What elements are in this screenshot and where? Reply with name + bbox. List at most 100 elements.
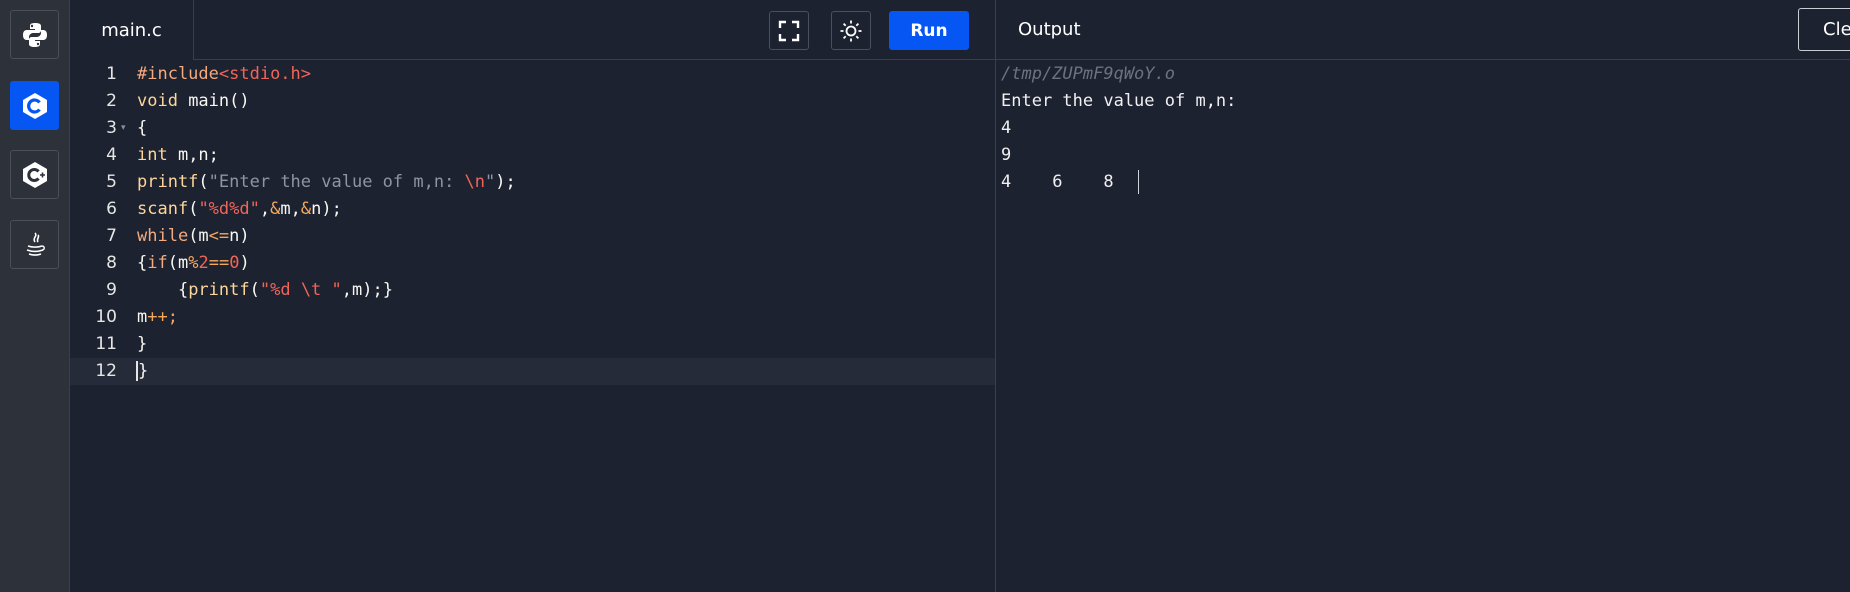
code-token: while [137,226,189,246]
code-token: & [300,199,312,219]
output-title: Output [1018,19,1081,40]
code-token: (m [188,226,209,246]
code-token: main() [177,91,250,111]
output-line: 9 [1001,145,1012,165]
code-token: ++ [147,307,168,327]
code-editor[interactable]: 1 #include<stdio.h> 2 void main() 3 ▾ { … [70,60,995,592]
code-line: 6 scanf("%d%d",&m,&n); [70,196,995,223]
python-language-button[interactable] [10,10,59,59]
console-cursor [1137,170,1139,194]
code-text: {printf("%d \t ",m);} [137,277,393,304]
line-number: 3 [106,118,117,138]
code-token: void [137,91,178,111]
python-icon [22,22,47,47]
code-token: int [137,145,168,165]
code-line-current: 12 } [70,358,995,385]
code-token: 0 [229,253,240,273]
code-token: \t [300,280,322,300]
line-number: 4 [106,145,117,165]
run-button[interactable]: Run [889,11,969,50]
code-token: % [188,253,199,273]
code-token: <stdio.h> [218,64,312,84]
code-line: 10 m++; [70,304,995,331]
line-number: 1 [106,64,117,84]
code-token: printf [188,280,250,300]
code-token: ( [188,199,199,219]
code-line: 11 } [70,331,995,358]
code-text: while(m<=n) [137,223,250,250]
cpp-language-button[interactable] [10,150,59,199]
c-language-button[interactable] [10,81,59,130]
code-token: ( [198,172,209,192]
code-text: m++; [137,304,178,331]
line-number: 6 [106,199,117,219]
code-text: { [137,115,147,142]
line-number: 10 [95,307,117,327]
code-text: } [137,331,147,358]
c-icon [22,92,47,119]
line-number: 5 [106,172,117,192]
code-token: } [137,334,148,354]
sun-icon [840,20,862,41]
line-number: 12 [95,361,117,381]
code-token: , [259,199,271,219]
code-token: "%d%d" [198,199,260,219]
output-header: Output Clear [996,0,1850,60]
fullscreen-icon [778,20,800,41]
output-line: 4 6 8 [1001,169,1139,196]
code-token: " [321,280,342,300]
line-number: 9 [106,280,117,300]
code-token: { [137,118,148,138]
code-token: 2 [198,253,209,273]
code-token: if [147,253,168,273]
code-token: ,m);} [341,280,393,300]
editor-header: main.c Run [70,0,995,60]
output-console[interactable]: /tmp/ZUPmF9qWoY.o Enter the value of m,n… [996,60,1850,592]
theme-toggle-button[interactable] [831,11,871,50]
code-token: } [138,361,149,381]
code-line: 4 int m,n; [70,142,995,169]
cpp-icon [22,161,47,188]
code-token: " [485,172,496,192]
file-tab-main-c[interactable]: main.c [70,0,194,60]
line-number: 2 [106,91,117,111]
code-token: n); [311,199,342,219]
line-number: 8 [106,253,117,273]
code-line: 9 {printf("%d \t ",m);} [70,277,995,304]
output-line: Enter the value of m,n: [1001,91,1237,111]
code-token: ; [167,307,178,327]
code-token: & [270,199,281,219]
code-line: 8 {if(m%2==0) [70,250,995,277]
code-line: 2 void main() [70,88,995,115]
output-line-text: 4 6 8 [1001,172,1114,192]
code-token: \n [464,172,486,192]
code-token: #include [137,64,219,84]
code-token: ); [495,172,516,192]
code-token: printf [137,172,199,192]
code-text: printf("Enter the value of m,n: \n"); [137,169,516,196]
code-token: m, [280,199,301,219]
fold-arrow-icon[interactable]: ▾ [121,115,126,142]
code-token: (m [167,253,189,273]
code-token: m,n; [167,145,219,165]
code-token: <= [208,226,230,246]
code-token: { [137,280,189,300]
code-token: ) [239,253,250,273]
code-text: {if(m%2==0) [137,250,250,277]
code-token: == [208,253,230,273]
java-language-button[interactable] [10,220,59,269]
code-line: 7 while(m<=n) [70,223,995,250]
language-sidebar [0,0,70,592]
code-text: scanf("%d%d",&m,&n); [137,196,342,223]
output-line: 4 [1001,118,1012,138]
code-token: "Enter the value of m,n: [208,172,465,192]
file-tab-label: main.c [101,19,162,41]
fullscreen-button[interactable] [769,11,809,50]
code-line: 1 #include<stdio.h> [70,61,995,88]
clear-button[interactable]: Clear [1798,8,1850,51]
code-line: 5 printf("Enter the value of m,n: \n"); [70,169,995,196]
code-token: ( [249,280,260,300]
code-token: scanf [137,199,189,219]
code-text: int m,n; [137,142,219,169]
java-icon [26,231,45,256]
